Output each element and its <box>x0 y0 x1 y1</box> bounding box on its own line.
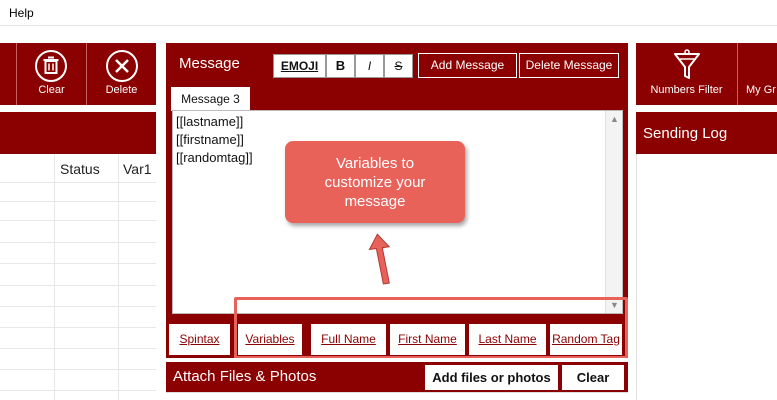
delete-message-button[interactable]: Delete Message <box>519 53 619 78</box>
left-toolbar: Clear Delete <box>0 43 156 105</box>
sending-log-title: Sending Log <box>643 125 728 142</box>
tab-message-3[interactable]: Message 3 <box>171 87 250 111</box>
last-name-button[interactable]: Last Name <box>468 323 547 356</box>
scroll-up-icon[interactable]: ▲ <box>610 114 619 124</box>
textarea-scrollbar[interactable]: ▲ ▼ <box>605 111 622 313</box>
delete-message-label: Delete Message <box>525 58 613 72</box>
column-header-var1[interactable]: Var1 <box>123 161 152 177</box>
first-name-label: First Name <box>398 332 457 346</box>
right-toolbar: Numbers Filter My Gr <box>636 43 777 105</box>
last-name-label: Last Name <box>478 332 537 346</box>
left-gap <box>0 105 156 112</box>
numbers-filter-label: Numbers Filter <box>650 84 723 96</box>
random-tag-label: Random Tag <box>552 332 620 346</box>
spintax-label: Spintax <box>179 332 220 346</box>
sending-log-area <box>636 154 777 400</box>
delete-button-label: Delete <box>105 84 138 96</box>
bold-button[interactable]: B <box>326 54 355 78</box>
left-subheader <box>0 112 156 154</box>
message-line-3: [[randomtag]] <box>176 150 253 165</box>
variables-button[interactable]: Variables <box>237 323 303 356</box>
callout-text: Variables to customize your message <box>324 154 426 210</box>
add-message-label: Add Message <box>430 58 505 72</box>
trash-icon <box>35 50 67 82</box>
attach-title: Attach Files & Photos <box>173 368 317 385</box>
add-message-button[interactable]: Add Message <box>418 53 517 78</box>
my-group-label: My Gr <box>746 84 776 96</box>
message-line-2: [[firstname]] <box>176 132 244 147</box>
strikethrough-button-label: S <box>394 59 403 73</box>
emoji-button-label: EMOJI <box>280 59 319 73</box>
strikethrough-button[interactable]: S <box>384 54 413 78</box>
message-line-1: [[lastname]] <box>176 114 244 129</box>
full-name-label: Full Name <box>321 332 376 346</box>
italic-button-label: I <box>367 59 372 73</box>
italic-button[interactable]: I <box>355 54 384 78</box>
filter-icon <box>674 49 700 79</box>
add-files-label: Add files or photos <box>432 370 551 385</box>
attach-clear-button[interactable]: Clear <box>562 365 624 390</box>
clear-button[interactable]: Clear <box>17 43 86 105</box>
callout-bubble: Variables to customize your message <box>285 141 465 223</box>
add-files-button[interactable]: Add files or photos <box>425 365 558 390</box>
numbers-filter-button[interactable]: Numbers Filter <box>636 43 737 105</box>
full-name-button[interactable]: Full Name <box>310 323 387 356</box>
emoji-button[interactable]: EMOJI <box>273 54 326 78</box>
column-header-status[interactable]: Status <box>60 161 100 177</box>
clear-button-label: Clear <box>38 84 65 96</box>
bold-button-label: B <box>335 58 346 73</box>
spintax-button[interactable]: Spintax <box>168 323 231 356</box>
random-tag-button[interactable]: Random Tag <box>549 323 623 356</box>
contacts-table: Status Var1 <box>0 154 156 400</box>
arrow-up-icon <box>368 233 391 285</box>
delete-button[interactable]: Delete <box>87 43 156 105</box>
message-title: Message <box>179 55 240 72</box>
attach-list <box>166 392 628 400</box>
first-name-button[interactable]: First Name <box>389 323 466 356</box>
my-group-button[interactable]: My Gr <box>738 43 777 105</box>
menu-bar: Help <box>0 0 777 26</box>
variables-label: Variables <box>245 332 295 346</box>
close-circle-icon <box>106 50 138 82</box>
menu-help[interactable]: Help <box>9 6 34 20</box>
tab-message-3-label: Message 3 <box>181 92 240 106</box>
attach-clear-label: Clear <box>576 370 610 385</box>
